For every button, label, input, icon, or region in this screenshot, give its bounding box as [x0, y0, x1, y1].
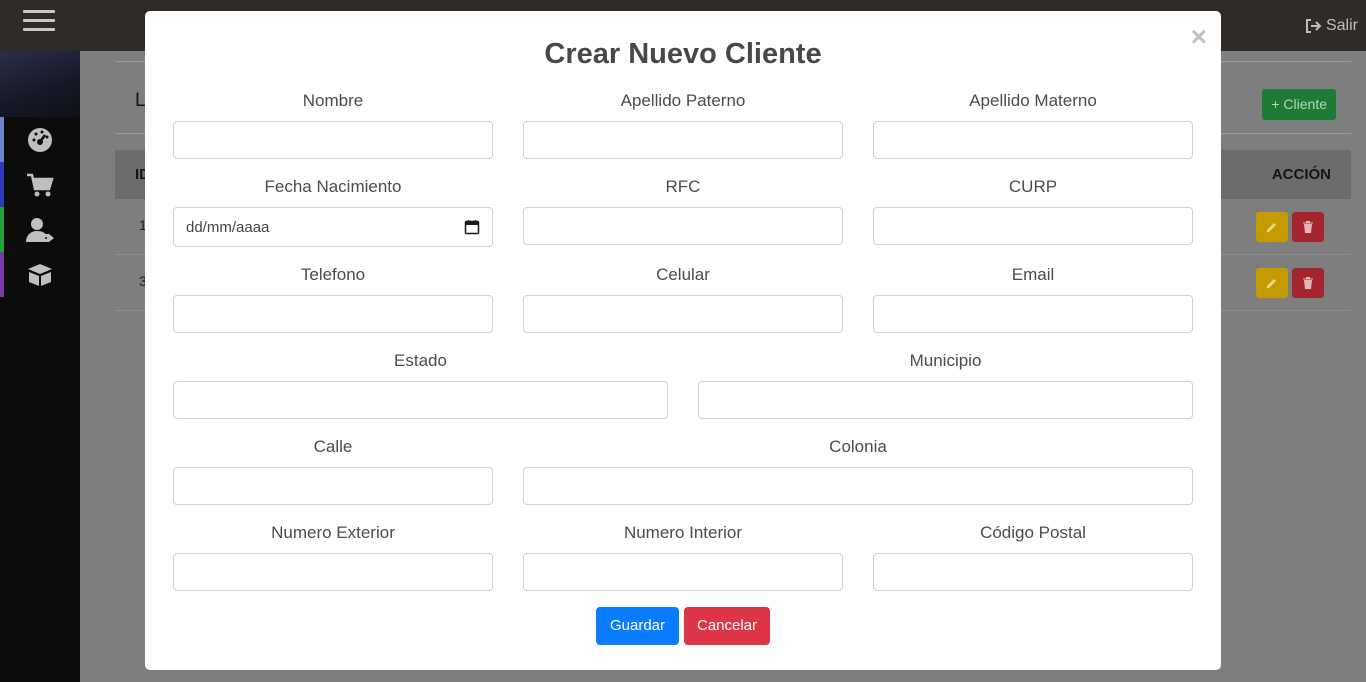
page-title: L	[135, 90, 146, 111]
save-button[interactable]: Guardar	[596, 607, 679, 645]
field-apellido-paterno: Apellido Paterno	[523, 91, 843, 159]
nombre-input[interactable]	[173, 121, 493, 159]
field-label: Apellido Paterno	[620, 91, 746, 110]
field-label: Calle	[313, 437, 353, 456]
field-colonia: Colonia	[523, 437, 1193, 505]
delete-button[interactable]	[1292, 212, 1324, 242]
field-celular: Celular	[523, 265, 843, 333]
field-calle: Calle	[173, 437, 493, 505]
estado-input[interactable]	[173, 381, 668, 419]
rfc-input[interactable]	[523, 207, 843, 245]
column-header-accion: ACCIÓN	[1271, 166, 1331, 183]
field-label: Apellido Materno	[969, 91, 1097, 110]
sign-out-icon	[1305, 19, 1322, 33]
field-label: Municipio	[909, 351, 982, 370]
field-label: Celular	[656, 265, 710, 284]
apellido-paterno-input[interactable]	[523, 121, 843, 159]
telefono-input[interactable]	[173, 295, 493, 333]
field-nombre: Nombre	[173, 91, 493, 159]
calle-input[interactable]	[173, 467, 493, 505]
logout-link[interactable]: Salir	[1305, 17, 1358, 35]
field-label: RFC	[665, 177, 701, 196]
field-label: Numero Interior	[623, 523, 743, 542]
sidebar	[0, 51, 80, 682]
field-fecha-nacimiento: Fecha Nacimiento dd/mm/aaaa	[173, 177, 493, 247]
field-label: CURP	[1008, 177, 1058, 196]
field-numero-exterior: Numero Exterior	[173, 523, 493, 591]
curp-input[interactable]	[873, 207, 1193, 245]
sidebar-item-clients[interactable]	[0, 207, 80, 252]
celular-input[interactable]	[523, 295, 843, 333]
field-municipio: Municipio	[698, 351, 1193, 419]
modal-title: Crear Nuevo Cliente	[544, 38, 822, 70]
fecha-nacimiento-input[interactable]: dd/mm/aaaa	[173, 207, 493, 247]
municipio-input[interactable]	[698, 381, 1193, 419]
create-client-modal: × Crear Nuevo Cliente Nombre Apellido Pa…	[145, 11, 1221, 670]
apellido-materno-input[interactable]	[873, 121, 1193, 159]
trash-icon	[1303, 221, 1313, 233]
codigo-postal-input[interactable]	[873, 553, 1193, 591]
numero-exterior-input[interactable]	[173, 553, 493, 591]
box-open-icon	[28, 263, 52, 286]
email-input[interactable]	[873, 295, 1193, 333]
pencil-icon	[1267, 279, 1276, 288]
cancel-button[interactable]: Cancelar	[684, 607, 770, 645]
sidebar-item-dashboard[interactable]	[0, 117, 80, 162]
colonia-input[interactable]	[523, 467, 1193, 505]
field-label: Estado	[394, 351, 447, 370]
field-estado: Estado	[173, 351, 668, 419]
sidebar-item-products[interactable]	[0, 252, 80, 297]
numero-interior-input[interactable]	[523, 553, 843, 591]
field-label: Telefono	[300, 265, 366, 284]
logout-label: Salir	[1325, 17, 1358, 34]
field-email: Email	[873, 265, 1193, 333]
field-codigo-postal: Código Postal	[873, 523, 1193, 591]
pencil-icon	[1267, 223, 1276, 232]
field-label: Colonia	[829, 437, 887, 456]
field-label: Código Postal	[980, 523, 1086, 542]
field-rfc: RFC	[523, 177, 843, 245]
add-client-button[interactable]: + Cliente	[1262, 89, 1336, 120]
trash-icon	[1303, 277, 1313, 289]
delete-button[interactable]	[1292, 268, 1324, 298]
field-telefono: Telefono	[173, 265, 493, 333]
field-apellido-materno: Apellido Materno	[873, 91, 1193, 159]
hamburger-icon[interactable]	[23, 10, 55, 34]
user-tag-icon	[26, 217, 54, 242]
field-label: Email	[1011, 265, 1055, 284]
dashboard-icon	[28, 127, 52, 152]
field-label: Fecha Nacimiento	[264, 177, 402, 196]
sidebar-item-cart[interactable]	[0, 162, 80, 207]
cart-icon	[27, 173, 54, 196]
edit-button[interactable]	[1256, 212, 1288, 242]
field-numero-interior: Numero Interior	[523, 523, 843, 591]
field-label: Numero Exterior	[271, 523, 395, 542]
sidebar-header	[0, 51, 80, 117]
field-curp: CURP	[873, 177, 1193, 245]
calendar-icon[interactable]	[464, 219, 480, 235]
field-label: Nombre	[302, 91, 364, 110]
date-placeholder: dd/mm/aaaa	[186, 218, 270, 236]
edit-button[interactable]	[1256, 268, 1288, 298]
